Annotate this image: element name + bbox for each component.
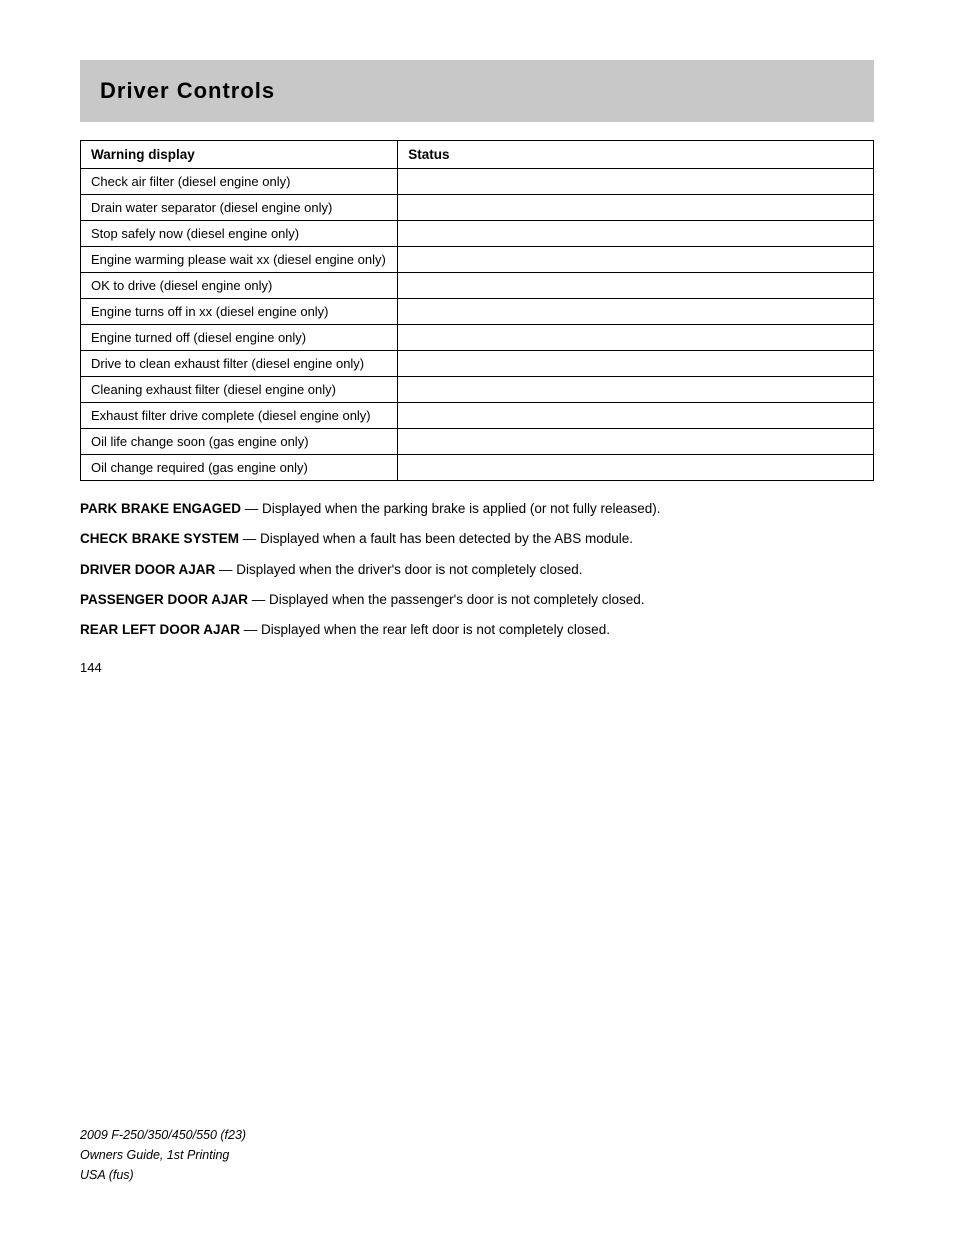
table-row: Drain water separator (diesel engine onl… — [81, 195, 874, 221]
warning-cell: Engine turned off (diesel engine only) — [81, 325, 398, 351]
description-text: — Displayed when the driver's door is no… — [215, 562, 582, 577]
col-header-warning: Warning display — [81, 141, 398, 169]
description-label: REAR LEFT DOOR AJAR — [80, 622, 240, 637]
table-row: Stop safely now (diesel engine only) — [81, 221, 874, 247]
footer: 2009 F-250/350/450/550 (f23) Owners Guid… — [80, 1125, 246, 1185]
warning-cell: Oil change required (gas engine only) — [81, 455, 398, 481]
description-text: — Displayed when the passenger's door is… — [248, 592, 645, 607]
col-header-status: Status — [398, 141, 874, 169]
warning-cell: Stop safely now (diesel engine only) — [81, 221, 398, 247]
table-row: Cleaning exhaust filter (diesel engine o… — [81, 377, 874, 403]
status-cell — [398, 169, 874, 195]
table-row: Check air filter (diesel engine only) — [81, 169, 874, 195]
status-cell — [398, 247, 874, 273]
description-item: REAR LEFT DOOR AJAR — Displayed when the… — [80, 620, 874, 640]
warning-cell: Engine warming please wait xx (diesel en… — [81, 247, 398, 273]
table-row: Oil change required (gas engine only) — [81, 455, 874, 481]
header-section: Driver Controls — [80, 60, 874, 122]
status-cell — [398, 299, 874, 325]
table-row: Engine turned off (diesel engine only) — [81, 325, 874, 351]
description-item: CHECK BRAKE SYSTEM — Displayed when a fa… — [80, 529, 874, 549]
description-text: — Displayed when a fault has been detect… — [239, 531, 633, 546]
table-row: Drive to clean exhaust filter (diesel en… — [81, 351, 874, 377]
page-title: Driver Controls — [100, 78, 854, 104]
warning-cell: Engine turns off in xx (diesel engine on… — [81, 299, 398, 325]
warning-cell: OK to drive (diesel engine only) — [81, 273, 398, 299]
page-number: 144 — [80, 660, 874, 675]
description-text: — Displayed when the parking brake is ap… — [241, 501, 660, 516]
table-row: OK to drive (diesel engine only) — [81, 273, 874, 299]
status-cell — [398, 377, 874, 403]
description-label: CHECK BRAKE SYSTEM — [80, 531, 239, 546]
description-label: DRIVER DOOR AJAR — [80, 562, 215, 577]
footer-line2: Owners Guide, 1st Printing — [80, 1145, 246, 1165]
table-row: Exhaust filter drive complete (diesel en… — [81, 403, 874, 429]
status-cell — [398, 195, 874, 221]
description-label: PASSENGER DOOR AJAR — [80, 592, 248, 607]
description-item: PASSENGER DOOR AJAR — Displayed when the… — [80, 590, 874, 610]
warning-cell: Cleaning exhaust filter (diesel engine o… — [81, 377, 398, 403]
warning-cell: Drive to clean exhaust filter (diesel en… — [81, 351, 398, 377]
description-item: DRIVER DOOR AJAR — Displayed when the dr… — [80, 560, 874, 580]
warning-cell: Check air filter (diesel engine only) — [81, 169, 398, 195]
warning-cell: Exhaust filter drive complete (diesel en… — [81, 403, 398, 429]
status-cell — [398, 429, 874, 455]
description-label: PARK BRAKE ENGAGED — [80, 501, 241, 516]
status-cell — [398, 325, 874, 351]
warning-cell: Drain water separator (diesel engine onl… — [81, 195, 398, 221]
descriptions-section: PARK BRAKE ENGAGED — Displayed when the … — [80, 499, 874, 640]
status-cell — [398, 455, 874, 481]
description-text: — Displayed when the rear left door is n… — [240, 622, 610, 637]
footer-line1: 2009 F-250/350/450/550 (f23) — [80, 1125, 246, 1145]
status-cell — [398, 351, 874, 377]
warning-table: Warning display Status Check air filter … — [80, 140, 874, 481]
table-row: Oil life change soon (gas engine only) — [81, 429, 874, 455]
warning-cell: Oil life change soon (gas engine only) — [81, 429, 398, 455]
footer-line3: USA (fus) — [80, 1165, 246, 1185]
table-row: Engine warming please wait xx (diesel en… — [81, 247, 874, 273]
status-cell — [398, 273, 874, 299]
table-row: Engine turns off in xx (diesel engine on… — [81, 299, 874, 325]
page: Driver Controls Warning display Status C… — [0, 0, 954, 1235]
description-item: PARK BRAKE ENGAGED — Displayed when the … — [80, 499, 874, 519]
status-cell — [398, 403, 874, 429]
status-cell — [398, 221, 874, 247]
